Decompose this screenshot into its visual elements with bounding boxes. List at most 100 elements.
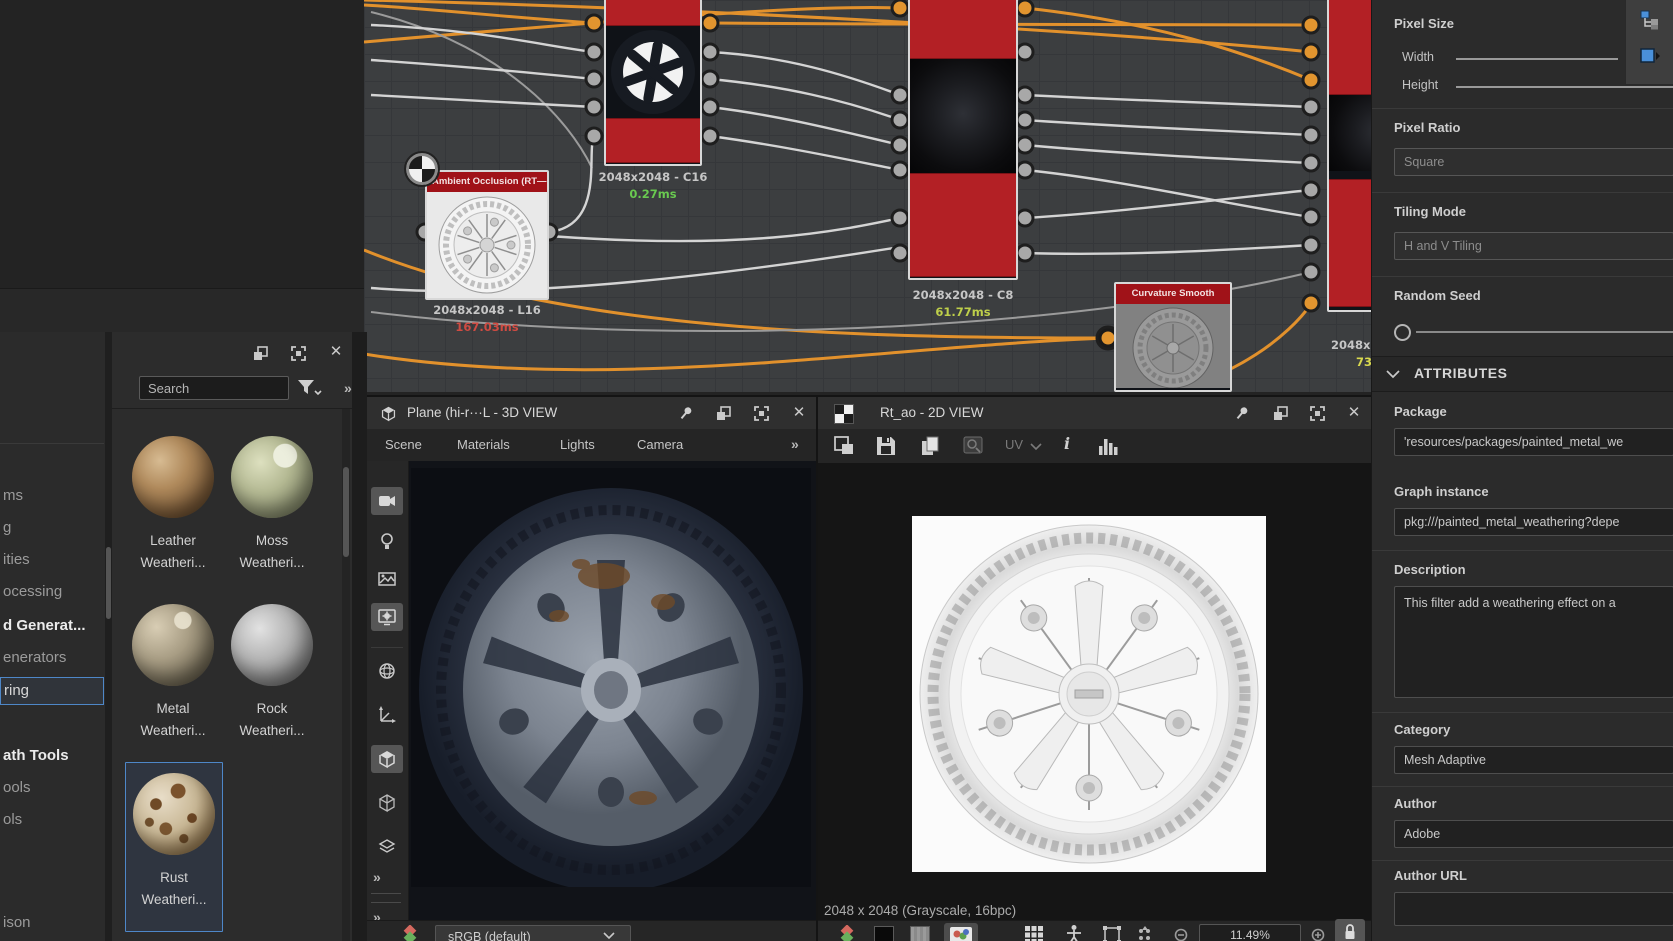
link-width-height-icon[interactable] (1639, 46, 1663, 66)
maximize-icon[interactable] (290, 345, 307, 362)
sidebar-item[interactable]: ison (0, 910, 107, 936)
random-seed-slider[interactable] (1416, 331, 1673, 333)
parent-size-tree-icon[interactable] (1640, 10, 1660, 30)
menu-more-icon[interactable]: » (791, 436, 799, 452)
pixel-ratio-dropdown[interactable]: Square (1394, 148, 1673, 176)
display-settings-button[interactable] (371, 603, 403, 631)
colorspace-dropdown[interactable]: sRGB (default) (435, 925, 631, 941)
sidebar-item[interactable]: g (0, 515, 107, 541)
author-url-field[interactable] (1394, 892, 1673, 926)
close-icon[interactable]: ✕ (328, 344, 344, 360)
float-window-icon[interactable] (1272, 405, 1289, 422)
close-icon[interactable]: ✕ (791, 405, 807, 421)
pin-icon[interactable] (1235, 406, 1250, 421)
new-view-icon[interactable] (832, 435, 856, 457)
toolbar-grip[interactable] (371, 893, 401, 903)
attributes-section-header[interactable]: ATTRIBUTES (1372, 356, 1673, 392)
view3d-toolbar: » » (367, 461, 409, 941)
app-window: 2048x2048 - C16 0.27ms Ambient Occlusion… (0, 0, 1673, 941)
menu-camera[interactable]: Camera (637, 429, 683, 461)
size-controls-flyout (1625, 0, 1673, 85)
toolbar-separator (371, 647, 403, 648)
maximize-icon[interactable] (1309, 405, 1326, 422)
library-material-metal-weathering[interactable]: Metal Weatheri... (120, 596, 226, 756)
camera-view-button[interactable] (371, 487, 403, 515)
tiling-grid-icon[interactable] (1024, 925, 1044, 941)
view2d-header[interactable]: Rt_ao - 2D VIEW ✕ (818, 397, 1371, 430)
random-seed-knob[interactable] (1394, 324, 1411, 341)
zoom-in-icon[interactable] (1311, 928, 1325, 941)
tiling-mode-dropdown[interactable]: H and V Tiling (1394, 232, 1673, 260)
background-black-swatch[interactable] (874, 926, 894, 941)
search-input[interactable] (139, 376, 289, 400)
mannequin-icon[interactable] (1064, 924, 1084, 941)
random-seed-heading: Random Seed (1394, 288, 1481, 303)
view3d-header[interactable]: Plane (hi-r···L - 3D VIEW ✕ (367, 397, 816, 430)
zoom-out-icon[interactable] (1174, 928, 1188, 941)
package-field[interactable]: 'resources/packages/painted_metal_we (1394, 428, 1673, 456)
environment-image-button[interactable] (371, 565, 403, 593)
height-slider[interactable] (1456, 86, 1673, 88)
info-icon[interactable]: i (1064, 434, 1070, 453)
save-icon[interactable] (874, 434, 898, 458)
library-more-icon[interactable]: » (344, 380, 352, 396)
view3d-viewport[interactable] (408, 461, 816, 920)
float-window-icon[interactable] (715, 405, 732, 422)
pin-icon[interactable] (679, 406, 694, 421)
float-window-icon[interactable] (252, 345, 269, 362)
maximize-icon[interactable] (753, 405, 770, 422)
category-field[interactable]: Mesh Adaptive (1394, 746, 1673, 774)
wireframe-cube-button[interactable] (371, 789, 403, 817)
width-slider[interactable] (1456, 58, 1618, 60)
view2d-panel: Rt_ao - 2D VIEW ✕ (816, 395, 1371, 941)
author-field[interactable]: Adobe (1394, 820, 1673, 848)
sidebar-item[interactable]: d Generat... (0, 613, 107, 639)
menu-scene[interactable]: Scene (385, 429, 422, 461)
library-scrollbar[interactable] (342, 409, 350, 941)
view2d-title: Rt_ao - 2D VIEW (880, 397, 984, 429)
library-material-rust-weathering-selected[interactable]: Rust Weatheri... (125, 762, 223, 932)
sidebar-item[interactable]: ms (0, 483, 107, 509)
close-icon[interactable]: ✕ (1346, 405, 1362, 421)
pixel-dots-icon[interactable] (1136, 926, 1154, 941)
node-ambient-occlusion[interactable]: Ambient Occlusion (RT— (425, 170, 549, 300)
wireframe-globe-button[interactable] (371, 657, 403, 685)
library-material-leather-weathering[interactable]: Leather Weatheri... (120, 428, 226, 588)
rgb-channels-button[interactable] (944, 923, 978, 941)
background-gray-swatch[interactable] (910, 926, 930, 941)
sidebar-item-weathering-selected[interactable]: ring (0, 677, 104, 705)
sidebar-item[interactable]: ath Tools (0, 743, 107, 769)
node-c8[interactable] (908, 0, 1018, 280)
view2d-viewport[interactable]: 2048 x 2048 (Grayscale, 16bpc) (818, 463, 1373, 920)
sidebar-item[interactable]: ities (0, 547, 107, 573)
menu-lights[interactable]: Lights (560, 429, 595, 461)
zoom-level-field[interactable]: 11.49% (1199, 924, 1301, 941)
toolbar-collapse-icon[interactable]: » (373, 869, 381, 885)
layers-button[interactable] (371, 833, 403, 861)
solid-cube-button[interactable] (371, 745, 403, 773)
transform-frame-icon[interactable] (1102, 925, 1122, 941)
node-blend[interactable] (604, 0, 702, 166)
graph-instance-field[interactable]: pkg:///painted_metal_weathering?depe (1394, 508, 1673, 536)
lock-zoom-button[interactable] (1335, 919, 1365, 941)
light-button[interactable] (371, 527, 403, 555)
colorspace-icon[interactable] (838, 925, 856, 941)
menu-materials[interactable]: Materials (457, 429, 510, 461)
node-curvature-smooth[interactable]: Curvature Smooth (1114, 282, 1232, 392)
material-sphere (133, 773, 215, 855)
sidebar-scrollbar[interactable] (105, 332, 112, 941)
copy-icon[interactable] (918, 434, 942, 458)
histogram-icon[interactable] (1096, 435, 1120, 457)
filter-icon[interactable] (296, 378, 322, 398)
chevron-down-icon[interactable] (1030, 443, 1042, 451)
transform-axis-button[interactable] (371, 701, 403, 729)
library-material-moss-weathering[interactable]: Moss Weatheri... (219, 428, 325, 588)
transform-image-icon[interactable] (962, 435, 986, 457)
sidebar-item[interactable]: ools (0, 775, 107, 801)
sidebar-item[interactable]: ols (0, 807, 107, 833)
description-field[interactable]: This filter add a weathering effect on a (1394, 586, 1673, 698)
sidebar-item[interactable]: ocessing (0, 579, 107, 605)
sidebar-item[interactable]: enerators (0, 645, 107, 671)
library-material-rock-weathering[interactable]: Rock Weatheri... (219, 596, 325, 756)
uv-mode-label[interactable]: UV (1005, 437, 1023, 452)
